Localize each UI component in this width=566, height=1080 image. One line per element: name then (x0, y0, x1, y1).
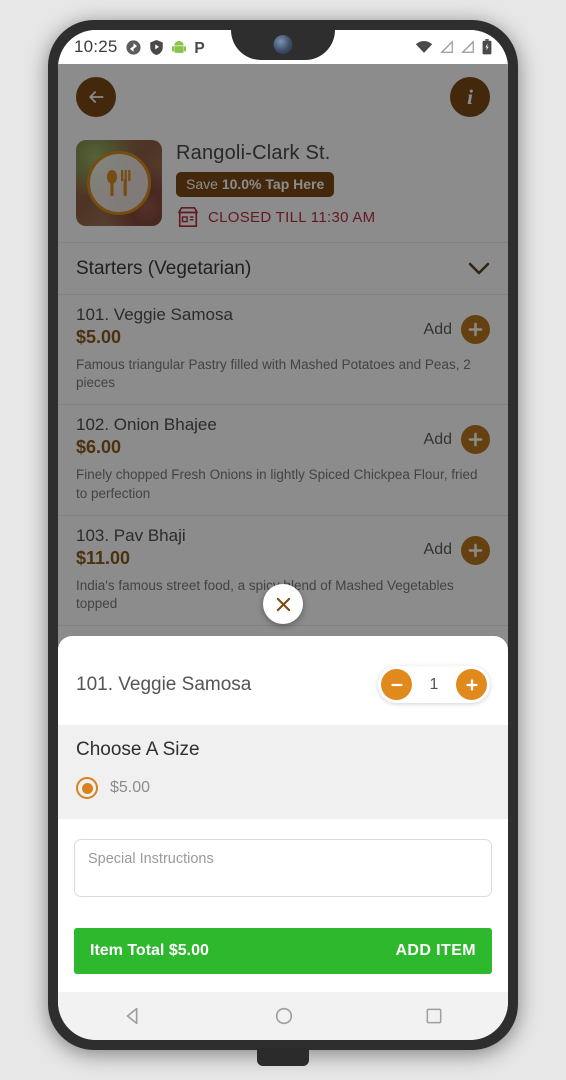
battery-icon (482, 39, 492, 55)
size-option-price: $5.00 (110, 779, 151, 796)
instructions-wrapper (58, 819, 508, 916)
nav-home-icon[interactable] (273, 1005, 295, 1027)
close-icon (276, 597, 290, 611)
nav-back-icon[interactable] (122, 1005, 144, 1027)
decrease-quantity-button[interactable] (381, 669, 412, 700)
phone-screen: 10:25 P i Rangoli-Clark St. Save 10.0% T… (58, 30, 508, 1040)
signal-off-icon (461, 40, 474, 53)
clock: 10:25 (74, 37, 118, 56)
size-section-title: Choose A Size (76, 739, 200, 760)
android-icon (171, 40, 186, 53)
front-camera-icon (273, 35, 293, 54)
size-option[interactable]: $5.00 (76, 777, 490, 799)
modal-item-name: 101. Veggie Samosa (76, 673, 252, 695)
close-modal-button[interactable] (263, 584, 303, 624)
item-detail-modal: 101. Veggie Samosa 1 Choose A Size $5.00… (58, 636, 508, 992)
nav-recents-icon[interactable] (424, 1006, 444, 1026)
status-bar: 10:25 P (58, 30, 508, 64)
special-instructions-input[interactable] (74, 839, 492, 897)
item-total-label: Item Total $5.00 (90, 942, 209, 959)
add-item-cta-button[interactable]: Item Total $5.00 ADD ITEM (74, 928, 492, 974)
size-section: Choose A Size $5.00 (58, 725, 508, 819)
add-item-label: ADD ITEM (395, 942, 476, 959)
signal-off-icon (440, 40, 453, 53)
android-nav-bar (58, 992, 508, 1040)
increase-quantity-button[interactable] (456, 669, 487, 700)
modal-header: 101. Veggie Samosa 1 (58, 636, 508, 725)
shield-icon (149, 39, 163, 55)
sync-icon (125, 39, 141, 55)
phone-frame: 10:25 P i Rangoli-Clark St. Save 10.0% T… (48, 20, 518, 1050)
status-bar-right (415, 39, 492, 55)
p-app-icon: P (194, 39, 204, 55)
quantity-value: 1 (429, 675, 439, 693)
plus-icon (465, 678, 478, 691)
svg-text:P: P (194, 39, 204, 55)
radio-dot (81, 782, 93, 794)
wifi-icon (415, 41, 433, 53)
size-radio-selected-icon[interactable] (76, 777, 98, 799)
status-bar-left: 10:25 P (74, 37, 207, 57)
minus-icon (390, 683, 403, 686)
quantity-stepper[interactable]: 1 (378, 666, 490, 703)
